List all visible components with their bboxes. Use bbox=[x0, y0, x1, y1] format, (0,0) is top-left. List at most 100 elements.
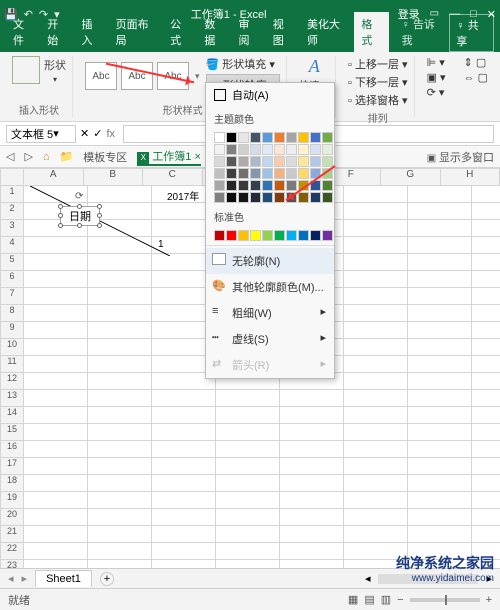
cell[interactable] bbox=[24, 373, 88, 390]
shape-button[interactable]: 形状 bbox=[44, 57, 66, 73]
share-button[interactable]: ♀ 共享 bbox=[449, 14, 494, 52]
cell[interactable] bbox=[344, 526, 408, 543]
cell[interactable] bbox=[408, 526, 472, 543]
cell[interactable] bbox=[88, 458, 152, 475]
cell[interactable] bbox=[152, 509, 216, 526]
enter-icon[interactable]: ✓ bbox=[93, 127, 102, 140]
standard-color-swatch[interactable] bbox=[274, 230, 285, 241]
theme-color-swatch[interactable] bbox=[250, 156, 261, 167]
cell[interactable] bbox=[472, 424, 500, 441]
cell[interactable] bbox=[408, 237, 472, 254]
standard-color-swatch[interactable] bbox=[250, 230, 261, 241]
cell[interactable] bbox=[24, 407, 88, 424]
fx-icon[interactable]: fx bbox=[106, 128, 115, 140]
cell[interactable] bbox=[24, 254, 88, 271]
outline-dashes-item[interactable]: ┅ 虚线(S)▸ bbox=[206, 326, 334, 352]
theme-color-swatch[interactable] bbox=[298, 168, 309, 179]
theme-color-swatch[interactable] bbox=[214, 132, 225, 143]
cell[interactable] bbox=[216, 458, 280, 475]
cell[interactable] bbox=[152, 560, 216, 568]
cell[interactable] bbox=[408, 203, 472, 220]
theme-color-swatch[interactable] bbox=[286, 180, 297, 191]
cell[interactable] bbox=[88, 424, 152, 441]
theme-color-swatch[interactable] bbox=[262, 180, 273, 191]
cell[interactable] bbox=[216, 407, 280, 424]
bring-forward-button[interactable]: ▫ 上移一层 ▾ bbox=[348, 56, 408, 72]
theme-color-swatch[interactable] bbox=[322, 132, 333, 143]
cell[interactable] bbox=[216, 441, 280, 458]
cell[interactable] bbox=[344, 356, 408, 373]
row-header-22[interactable]: 22 bbox=[0, 543, 24, 560]
row-header-21[interactable]: 21 bbox=[0, 526, 24, 543]
row-header-2[interactable]: 2 bbox=[0, 203, 24, 220]
theme-color-swatch[interactable] bbox=[226, 180, 237, 191]
view-pagelayout-icon[interactable]: ▤ bbox=[364, 593, 374, 606]
cell[interactable] bbox=[152, 475, 216, 492]
align-button[interactable]: ⊫ ▾ bbox=[427, 56, 446, 69]
cell[interactable] bbox=[472, 203, 500, 220]
tab-review[interactable]: 审阅 bbox=[232, 12, 266, 52]
column-header-H[interactable]: H bbox=[441, 168, 500, 186]
theme-color-swatch[interactable] bbox=[286, 144, 297, 155]
cell[interactable] bbox=[408, 220, 472, 237]
theme-color-swatch[interactable] bbox=[214, 180, 225, 191]
cell[interactable] bbox=[24, 305, 88, 322]
cell[interactable] bbox=[344, 237, 408, 254]
rotate-button[interactable]: ⟳ ▾ bbox=[427, 86, 446, 99]
cell[interactable] bbox=[472, 220, 500, 237]
cell[interactable] bbox=[216, 492, 280, 509]
cell[interactable] bbox=[472, 271, 500, 288]
theme-color-swatch[interactable] bbox=[238, 192, 249, 203]
cell[interactable] bbox=[472, 288, 500, 305]
cell[interactable] bbox=[408, 373, 472, 390]
cell[interactable] bbox=[408, 356, 472, 373]
theme-color-swatch[interactable] bbox=[262, 144, 273, 155]
cell[interactable] bbox=[24, 322, 88, 339]
theme-color-swatch[interactable] bbox=[214, 156, 225, 167]
cancel-icon[interactable]: ✕ bbox=[80, 127, 89, 140]
cell[interactable] bbox=[24, 492, 88, 509]
theme-color-swatch[interactable] bbox=[250, 144, 261, 155]
cell[interactable] bbox=[344, 322, 408, 339]
cell[interactable] bbox=[472, 305, 500, 322]
row-header-12[interactable]: 12 bbox=[0, 373, 24, 390]
cell[interactable] bbox=[280, 509, 344, 526]
cell[interactable] bbox=[24, 237, 88, 254]
zoom-in-icon[interactable]: + bbox=[486, 594, 492, 606]
cell[interactable] bbox=[88, 322, 152, 339]
more-outline-colors-item[interactable]: 🎨 其他轮廓颜色(M)... bbox=[206, 274, 334, 300]
cell[interactable] bbox=[152, 492, 216, 509]
cell[interactable] bbox=[472, 475, 500, 492]
row-header-19[interactable]: 19 bbox=[0, 492, 24, 509]
theme-color-swatch[interactable] bbox=[226, 168, 237, 179]
cell[interactable] bbox=[472, 509, 500, 526]
cell[interactable] bbox=[280, 441, 344, 458]
cell[interactable] bbox=[152, 390, 216, 407]
cell[interactable] bbox=[152, 407, 216, 424]
cell[interactable] bbox=[472, 458, 500, 475]
cell[interactable] bbox=[24, 424, 88, 441]
theme-color-swatch[interactable] bbox=[238, 180, 249, 191]
cell[interactable] bbox=[408, 458, 472, 475]
row-header-23[interactable]: 23 bbox=[0, 560, 24, 568]
cell[interactable] bbox=[24, 339, 88, 356]
cell[interactable] bbox=[344, 492, 408, 509]
cell[interactable] bbox=[88, 237, 152, 254]
cell[interactable] bbox=[280, 492, 344, 509]
cell[interactable] bbox=[408, 390, 472, 407]
cell[interactable] bbox=[472, 407, 500, 424]
cell[interactable] bbox=[344, 271, 408, 288]
undo-icon[interactable]: ↶ bbox=[24, 8, 33, 21]
cell[interactable] bbox=[88, 288, 152, 305]
cell[interactable] bbox=[88, 509, 152, 526]
hscroll-left-icon[interactable]: ◂ bbox=[365, 572, 371, 585]
cell[interactable] bbox=[472, 237, 500, 254]
row-header-20[interactable]: 20 bbox=[0, 509, 24, 526]
theme-color-swatch[interactable] bbox=[238, 156, 249, 167]
template-tab[interactable]: 模板专区 bbox=[83, 149, 127, 165]
row-header-3[interactable]: 3 bbox=[0, 220, 24, 237]
nav-back-icon[interactable]: ◁ bbox=[6, 150, 14, 163]
cell[interactable] bbox=[88, 526, 152, 543]
cell[interactable] bbox=[24, 271, 88, 288]
workbook-tab[interactable]: X工作簿1 × bbox=[137, 148, 201, 166]
